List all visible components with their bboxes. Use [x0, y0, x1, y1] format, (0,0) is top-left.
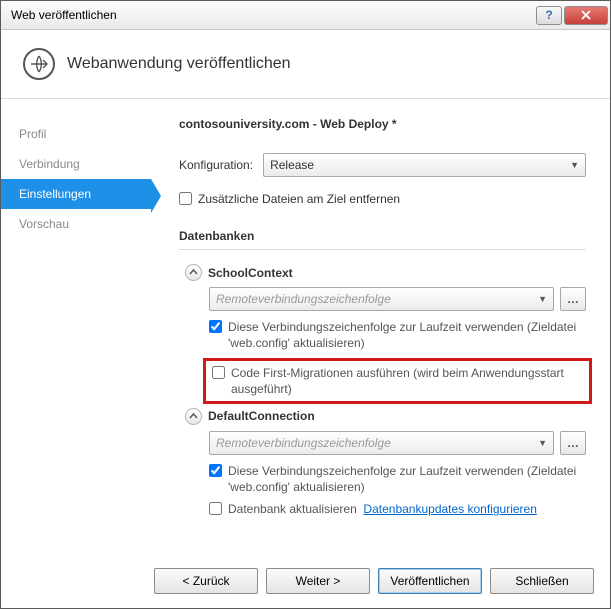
update-database-label: Datenbank aktualisieren	[228, 502, 357, 516]
configuration-label: Konfiguration:	[179, 158, 253, 172]
main-panel: contosouniversity.com - Web Deploy * Kon…	[151, 99, 610, 558]
close-window-button[interactable]	[564, 6, 608, 25]
chevron-up-icon	[189, 268, 198, 277]
use-connstring-label: Diese Verbindungszeichenfolge zur Laufze…	[228, 319, 586, 351]
dialog-title: Webanwendung veröffentlichen	[67, 55, 291, 73]
connstring-select-defaultconnection[interactable]: Remoteverbindungszeichenfolge ▼	[209, 431, 554, 455]
chevron-down-icon: ▼	[570, 160, 579, 170]
dialog-header: Webanwendung veröffentlichen	[1, 30, 610, 99]
close-icon	[581, 10, 591, 20]
titlebar: Web veröffentlichen ?	[1, 1, 610, 30]
expander-defaultconnection[interactable]	[185, 408, 202, 425]
help-button[interactable]: ?	[536, 6, 562, 25]
remove-extra-files-label: Zusätzliche Dateien am Ziel entfernen	[198, 191, 400, 207]
divider	[179, 249, 586, 250]
configuration-select[interactable]: Release ▼	[263, 153, 586, 177]
connstring-browse-button[interactable]: …	[560, 287, 586, 311]
dialog-window: Web veröffentlichen ? Webanwendung veröf…	[0, 0, 611, 609]
use-connstring-checkbox-schoolcontext[interactable]	[209, 320, 222, 333]
chevron-up-icon	[189, 412, 198, 421]
chevron-down-icon: ▼	[538, 294, 547, 304]
connstring-browse-button[interactable]: …	[560, 431, 586, 455]
use-connstring-label: Diese Verbindungszeichenfolge zur Laufze…	[228, 463, 586, 495]
window-title: Web veröffentlichen	[11, 8, 534, 22]
use-connstring-checkbox-defaultconnection[interactable]	[209, 464, 222, 477]
publish-button[interactable]: Veröffentlichen	[378, 568, 482, 594]
sidebar-item-profil[interactable]: Profil	[1, 119, 151, 149]
dialog-footer: < Zurück Weiter > Veröffentlichen Schlie…	[1, 558, 610, 608]
close-button[interactable]: Schließen	[490, 568, 594, 594]
globe-publish-icon	[23, 48, 55, 80]
databases-heading: Datenbanken	[179, 229, 586, 243]
connstring-placeholder: Remoteverbindungszeichenfolge	[216, 292, 391, 306]
connstring-placeholder: Remoteverbindungszeichenfolge	[216, 436, 391, 450]
wizard-sidebar: Profil Verbindung Einstellungen Vorschau	[1, 99, 151, 558]
sidebar-item-verbindung[interactable]: Verbindung	[1, 149, 151, 179]
db-name-schoolcontext: SchoolContext	[208, 266, 293, 280]
codefirst-migrations-label: Code First-Migrationen ausführen (wird b…	[231, 365, 583, 397]
expander-schoolcontext[interactable]	[185, 264, 202, 281]
back-button[interactable]: < Zurück	[154, 568, 258, 594]
connstring-select-schoolcontext[interactable]: Remoteverbindungszeichenfolge ▼	[209, 287, 554, 311]
configuration-value: Release	[270, 158, 314, 172]
configure-db-updates-link[interactable]: Datenbankupdates konfigurieren	[363, 502, 536, 516]
db-name-defaultconnection: DefaultConnection	[208, 409, 315, 423]
chevron-down-icon: ▼	[538, 438, 547, 448]
remove-extra-files-checkbox[interactable]	[179, 192, 192, 205]
sidebar-item-einstellungen[interactable]: Einstellungen	[1, 179, 151, 209]
sidebar-item-vorschau[interactable]: Vorschau	[1, 209, 151, 239]
codefirst-highlight: Code First-Migrationen ausführen (wird b…	[203, 358, 592, 404]
next-button[interactable]: Weiter >	[266, 568, 370, 594]
page-title: contosouniversity.com - Web Deploy *	[179, 117, 586, 131]
update-database-checkbox[interactable]	[209, 502, 222, 515]
codefirst-migrations-checkbox[interactable]	[212, 366, 225, 379]
